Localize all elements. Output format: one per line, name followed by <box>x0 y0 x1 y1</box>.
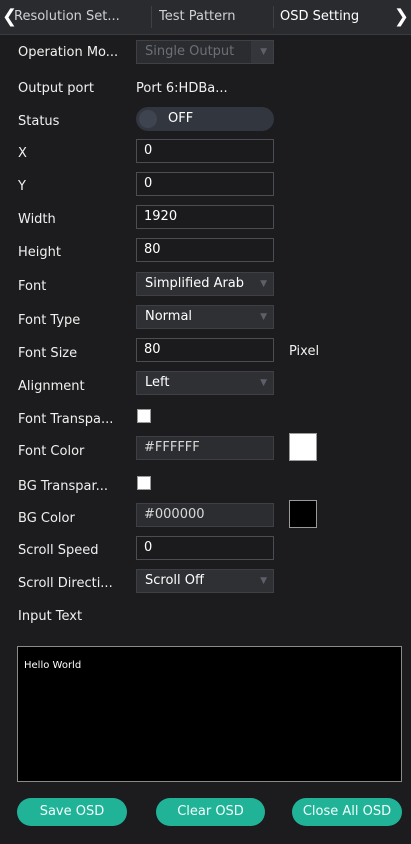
x-label: X <box>18 146 27 161</box>
height-input[interactable]: 80 <box>136 238 274 262</box>
output-port-value: Port 6:HDBa... <box>136 81 228 96</box>
font-type-label: Font Type <box>18 313 81 328</box>
scroll-direction-row: Scroll Directi... Scroll Off ▼ <box>0 569 411 595</box>
font-color-input[interactable]: #FFFFFF <box>136 436 274 460</box>
alignment-row: Alignment Left ▼ <box>0 371 411 397</box>
alignment-label: Alignment <box>18 379 85 394</box>
scroll-direction-select[interactable]: Scroll Off ▼ <box>136 569 274 593</box>
font-size-unit: Pixel <box>289 344 320 359</box>
scroll-speed-row: Scroll Speed 0 <box>0 536 411 562</box>
close-all-osd-button[interactable]: Close All OSD <box>292 798 402 826</box>
status-label: Status <box>18 114 60 129</box>
alignment-select[interactable]: Left ▼ <box>136 371 274 395</box>
x-input[interactable]: 0 <box>136 139 274 163</box>
height-label: Height <box>18 245 61 260</box>
font-transparency-row: Font Transpa... <box>0 406 411 432</box>
font-size-input[interactable]: 80 <box>136 338 274 362</box>
input-text-area[interactable]: Hello World <box>17 646 402 782</box>
chevron-down-icon: ▼ <box>260 279 267 289</box>
font-color-label: Font Color <box>18 444 85 459</box>
font-color-row: Font Color #FFFFFF <box>0 433 411 462</box>
font-size-label: Font Size <box>18 346 78 361</box>
output-port-label: Output port <box>18 81 94 96</box>
tab-test-pattern[interactable]: Test Pattern <box>159 0 269 34</box>
font-value: Simplified Arab <box>145 276 245 291</box>
bg-color-label: BG Color <box>18 511 75 526</box>
tab-divider <box>151 6 152 28</box>
bg-color-input[interactable]: #000000 <box>136 503 274 527</box>
operation-mode-value: Single Output <box>145 44 235 59</box>
font-row: Font Simplified Arab ▼ <box>0 272 411 298</box>
font-type-select[interactable]: Normal ▼ <box>136 305 274 329</box>
tab-divider <box>273 6 274 28</box>
bg-color-row: BG Color #000000 <box>0 500 411 529</box>
chevron-down-icon: ▼ <box>260 312 267 322</box>
font-type-row: Font Type Normal ▼ <box>0 305 411 331</box>
font-size-row: Font Size 80 Pixel <box>0 338 411 364</box>
input-text-row: Input Text <box>0 603 411 629</box>
y-label: Y <box>18 179 26 194</box>
font-transparency-label: Font Transpa... <box>18 412 114 427</box>
chevron-down-icon: ▼ <box>260 576 267 586</box>
tab-resolution-settings[interactable]: Resolution Set... <box>14 0 148 34</box>
input-text-label: Input Text <box>18 609 83 624</box>
font-transparency-checkbox[interactable] <box>137 409 151 423</box>
tab-bar: ❮ Resolution Set... Test Pattern OSD Set… <box>0 0 411 35</box>
alignment-value: Left <box>145 375 170 390</box>
tab-osd-setting[interactable]: OSD Setting <box>280 0 390 34</box>
bg-color-swatch[interactable] <box>289 500 317 528</box>
font-select[interactable]: Simplified Arab ▼ <box>136 272 274 296</box>
scroll-direction-label: Scroll Directi... <box>18 576 113 591</box>
scroll-speed-input[interactable]: 0 <box>136 536 274 560</box>
output-port-row: Output port Port 6:HDBa... <box>0 76 411 102</box>
chevron-down-icon: ▼ <box>260 378 267 388</box>
scroll-direction-value: Scroll Off <box>145 573 204 588</box>
status-toggle[interactable]: OFF <box>136 107 274 131</box>
save-osd-button[interactable]: Save OSD <box>17 798 127 826</box>
font-type-value: Normal <box>145 309 193 324</box>
height-row: Height 80 <box>0 238 411 264</box>
toggle-knob <box>139 110 157 128</box>
operation-mode-label: Operation Mo... <box>18 45 119 60</box>
font-color-swatch[interactable] <box>289 433 317 461</box>
scroll-speed-label: Scroll Speed <box>18 543 99 558</box>
width-row: Width 1920 <box>0 205 411 231</box>
bg-transparency-checkbox[interactable] <box>137 476 151 490</box>
width-label: Width <box>18 212 56 227</box>
bg-transparency-row: BG Transpar... <box>0 473 411 499</box>
font-label: Font <box>18 279 47 294</box>
operation-mode-select: Single Output ▼ <box>136 40 274 64</box>
status-toggle-text: OFF <box>168 111 194 126</box>
status-row: Status OFF <box>0 107 411 133</box>
chevron-down-icon: ▼ <box>260 47 267 57</box>
operation-mode-row: Operation Mo... Single Output ▼ <box>0 40 411 66</box>
y-input[interactable]: 0 <box>136 172 274 196</box>
x-row: X 0 <box>0 139 411 165</box>
clear-osd-button[interactable]: Clear OSD <box>156 798 265 826</box>
y-row: Y 0 <box>0 172 411 198</box>
width-input[interactable]: 1920 <box>136 205 274 229</box>
chevron-right-icon[interactable]: ❯ <box>394 6 409 27</box>
bg-transparency-label: BG Transpar... <box>18 479 109 494</box>
osd-panel: ❮ Resolution Set... Test Pattern OSD Set… <box>0 0 411 844</box>
